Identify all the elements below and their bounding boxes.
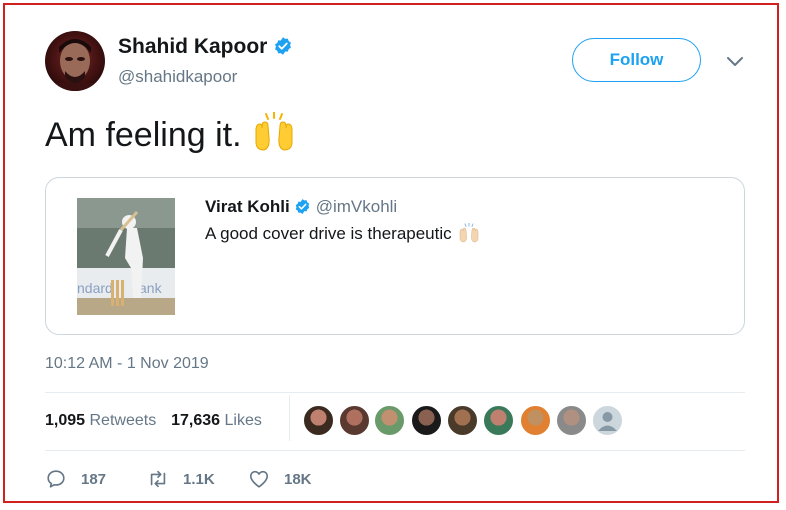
retweet-icon [150,470,166,488]
retweets-label[interactable]: Retweets [90,412,157,429]
liker-avatar[interactable] [339,405,370,436]
quoted-tweet-text: A good cover drive is therapeutic [205,223,480,244]
author-name[interactable]: Shahid Kapoor [118,35,293,59]
svg-text:ndard: ndard [77,280,113,296]
raising-hands-emoji-icon [255,112,293,151]
stats-separator [289,395,290,441]
follow-button[interactable]: Follow [572,38,701,82]
tweet-text-content: Am feeling it. [45,116,242,154]
reply-button[interactable]: 187 [45,467,106,491]
quoted-tweet-text-content: A good cover drive is therapeutic [205,224,452,243]
divider [45,450,745,451]
author-avatar[interactable] [45,31,105,91]
retweets-count[interactable]: 1,095 [45,412,85,429]
author-handle[interactable]: @shahidkapoor [118,67,237,87]
author-name-text[interactable]: Shahid Kapoor [118,35,267,58]
quoted-author-handle[interactable]: @imVkohli [316,197,398,216]
raising-hands-emoji-icon [459,223,478,243]
default-avatar[interactable] [592,405,623,436]
liker-avatar[interactable] [556,405,587,436]
heart-icon [249,470,269,488]
quoted-author[interactable]: Virat Kohli @imVkohli [205,197,397,217]
likes-count[interactable]: 17,636 [171,412,220,429]
chevron-down-icon[interactable] [725,55,745,69]
retweet-button[interactable]: 1.1K [147,467,215,491]
like-button[interactable]: 18K [248,467,312,491]
divider [45,392,745,393]
quoted-tweet-image[interactable]: ndard ank [77,198,175,315]
liker-avatar[interactable] [483,405,514,436]
verified-badge-icon [275,37,292,55]
liker-avatar[interactable] [411,405,442,436]
liker-avatar[interactable] [303,405,334,436]
liker-avatar[interactable] [520,405,551,436]
liker-avatar[interactable] [447,405,478,436]
reply-icon [47,470,65,488]
verified-badge-icon [295,199,309,214]
reply-count: 187 [81,470,107,488]
tweet-text: Am feeling it. [45,112,296,155]
engagement-stats: 1,095 Retweets 17,636 Likes [45,412,262,430]
liker-avatar[interactable] [374,405,405,436]
retweet-count: 1.1K [183,470,215,488]
quoted-tweet-card[interactable]: ndard ank Virat Kohli @imVkohli A good co… [45,177,745,335]
svg-text:ank: ank [139,280,163,296]
like-count: 18K [284,470,312,488]
person-icon [598,412,617,431]
tweet-timestamp[interactable]: 10:12 AM - 1 Nov 2019 [45,355,209,373]
quoted-author-name[interactable]: Virat Kohli [205,197,290,216]
likes-label[interactable]: Likes [225,412,262,429]
